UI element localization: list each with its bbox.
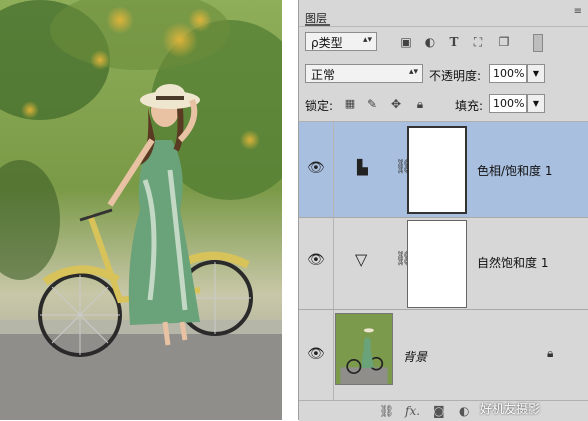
type-filter-icon[interactable]: T <box>447 35 461 49</box>
layer-name[interactable]: 背景 <box>403 348 427 365</box>
fx-icon[interactable]: fx. <box>405 404 420 418</box>
filter-type-label: ρ类型 <box>311 36 343 50</box>
chevron-updown-icon: ▴▾ <box>362 35 372 45</box>
layer-name[interactable]: 色相/饱和度 1 <box>477 162 553 179</box>
lock-position-icon[interactable]: ✥ <box>389 97 403 111</box>
layer-divider <box>333 122 334 217</box>
canvas-photo[interactable] <box>0 0 282 420</box>
new-adjustment-icon[interactable]: ◐ <box>459 404 469 418</box>
blend-mode-select[interactable]: 正常 ▴▾ <box>305 64 423 83</box>
layer-divider <box>333 218 334 309</box>
panel-menu-icon[interactable]: ≡ <box>574 6 582 17</box>
lock-row: 锁定: ▦ ✎ ✥ 🔒︎ 填充: 100% ▼ <box>299 92 588 118</box>
link-layers-icon[interactable]: ⛓ <box>379 404 394 418</box>
shape-filter-icon[interactable]: ⛶ <box>471 35 485 49</box>
lock-label: 锁定: <box>305 99 334 113</box>
opacity-label: 不透明度: <box>429 69 482 83</box>
tab-underline <box>305 24 330 26</box>
lock-all-icon[interactable]: 🔒︎ <box>413 97 427 111</box>
blend-row: 正常 ▴▾ 不透明度: 100% ▼ <box>299 64 588 90</box>
layer-mask-thumbnail[interactable] <box>407 220 467 308</box>
panel-footer: ⛓ fx. ◙ ◐ <box>299 400 588 421</box>
lock-brush-icon[interactable]: ✎ <box>365 97 379 111</box>
chevron-updown-icon: ▴▾ <box>408 67 418 77</box>
filter-type-select[interactable]: ρ类型 ▴▾ <box>305 32 377 51</box>
hue-saturation-icon: ▙ <box>357 160 368 176</box>
filter-toggle-switch[interactable] <box>533 34 543 52</box>
adjustment-filter-icon[interactable]: ◐ <box>423 35 437 49</box>
fill-dropdown-button[interactable]: ▼ <box>527 94 545 113</box>
layer-mask-thumbnail[interactable] <box>407 126 467 214</box>
layer-thumbnail[interactable] <box>335 313 393 385</box>
pixel-filter-icon[interactable]: ▣ <box>399 35 413 49</box>
fill-input[interactable]: 100% <box>489 94 527 113</box>
lock-transparent-icon[interactable]: ▦ <box>343 97 357 111</box>
filter-row: ρ类型 ▴▾ ▣ ◐ T ⛶ ❐ <box>299 32 588 58</box>
add-mask-icon[interactable]: ◙ <box>433 404 445 418</box>
eye-icon[interactable]: 👁︎ <box>307 346 325 362</box>
layer-row-background[interactable]: 👁︎ 背景 🔒︎ <box>299 310 588 401</box>
watermark-text: 好机友摄影 <box>480 402 541 416</box>
layer-divider <box>333 310 334 400</box>
panel-titlebar: 图层 ≡ <box>299 0 588 27</box>
opacity-input[interactable]: 100% <box>489 64 527 83</box>
lock-icon: 🔒︎ <box>547 346 554 360</box>
fill-label: 填充: <box>455 99 484 113</box>
opacity-dropdown-button[interactable]: ▼ <box>527 64 545 83</box>
layers-panel: 图层 ≡ ρ类型 ▴▾ ▣ ◐ T ⛶ ❐ 正常 ▴▾ 不透明度: 100% ▼… <box>298 0 588 421</box>
blend-mode-label: 正常 <box>311 68 336 82</box>
layer-row-vibrance[interactable]: 👁︎ ▽ ⛓ 自然饱和度 1 <box>299 218 588 310</box>
layer-row-hue-saturation[interactable]: 👁︎ ▙ ⛓ 色相/饱和度 1 <box>299 122 588 218</box>
layers-list: 👁︎ ▙ ⛓ 色相/饱和度 1 👁︎ ▽ ⛓ 自然饱和度 1 👁︎ 背景 🔒︎ <box>299 121 588 401</box>
eye-icon[interactable]: 👁︎ <box>307 252 325 268</box>
eye-icon[interactable]: 👁︎ <box>307 160 325 176</box>
layer-name[interactable]: 自然饱和度 1 <box>477 254 548 271</box>
smart-object-filter-icon[interactable]: ❐ <box>497 35 511 49</box>
vibrance-icon: ▽ <box>355 250 368 269</box>
